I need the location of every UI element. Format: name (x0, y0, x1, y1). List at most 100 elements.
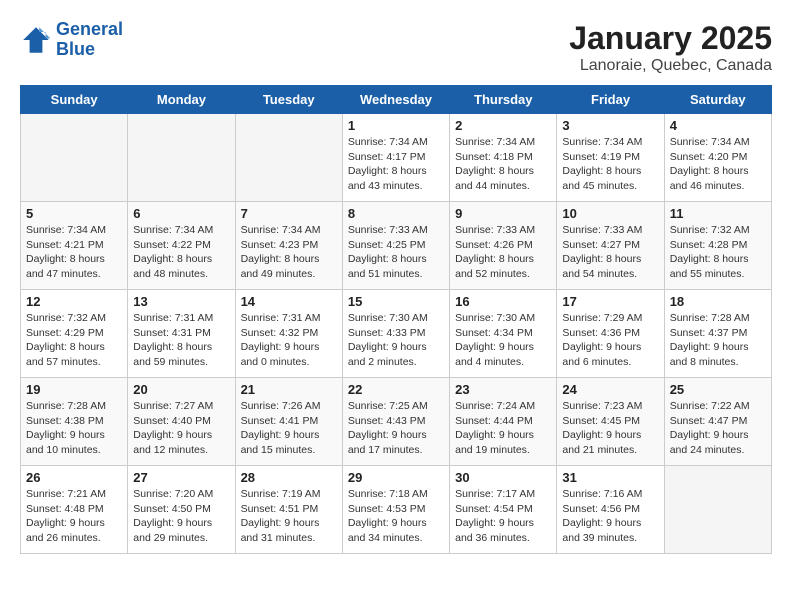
day-number: 17 (562, 294, 658, 309)
day-number: 12 (26, 294, 122, 309)
calendar-cell: 28 Sunrise: 7:19 AM Sunset: 4:51 PM Dayli… (235, 466, 342, 554)
calendar-cell: 3 Sunrise: 7:34 AM Sunset: 4:19 PM Daylig… (557, 114, 664, 202)
calendar-cell: 31Sunrise: 7:16 AM Sunset: 4:56 PM Dayli… (557, 466, 664, 554)
calendar-cell: 9 Sunrise: 7:33 AM Sunset: 4:26 PM Daylig… (450, 202, 557, 290)
calendar-cell: 24 Sunrise: 7:23 AM Sunset: 4:45 PM Dayli… (557, 378, 664, 466)
calendar-cell: 10 Sunrise: 7:33 AM Sunset: 4:27 PM Dayli… (557, 202, 664, 290)
day-info: Sunrise: 7:32 AM Sunset: 4:28 PM Dayligh… (670, 223, 766, 282)
calendar-cell: 7 Sunrise: 7:34 AM Sunset: 4:23 PM Daylig… (235, 202, 342, 290)
calendar-week-row: 5 Sunrise: 7:34 AM Sunset: 4:21 PM Daylig… (21, 202, 772, 290)
weekday-header: Wednesday (342, 86, 449, 114)
calendar-cell: 21 Sunrise: 7:26 AM Sunset: 4:41 PM Dayli… (235, 378, 342, 466)
day-info: Sunrise: 7:24 AM Sunset: 4:44 PM Dayligh… (455, 399, 551, 458)
logo-line1: General (56, 19, 123, 39)
day-number: 16 (455, 294, 551, 309)
calendar-cell: 27 Sunrise: 7:20 AM Sunset: 4:50 PM Dayli… (128, 466, 235, 554)
day-number: 9 (455, 206, 551, 221)
calendar-cell (664, 466, 771, 554)
day-info: Sunrise: 7:34 AM Sunset: 4:20 PM Dayligh… (670, 135, 766, 194)
calendar-cell: 30 Sunrise: 7:17 AM Sunset: 4:54 PM Dayli… (450, 466, 557, 554)
weekday-header: Thursday (450, 86, 557, 114)
calendar-cell: 12Sunrise: 7:32 AM Sunset: 4:29 PM Dayli… (21, 290, 128, 378)
day-number: 27 (133, 470, 229, 485)
day-number: 14 (241, 294, 337, 309)
day-number: 21 (241, 382, 337, 397)
day-number: 26 (26, 470, 122, 485)
day-info: Sunrise: 7:30 AM Sunset: 4:33 PM Dayligh… (348, 311, 444, 370)
calendar-cell: 15 Sunrise: 7:30 AM Sunset: 4:33 PM Dayli… (342, 290, 449, 378)
calendar-week-row: 19 Sunrise: 7:28 AM Sunset: 4:38 PM Dayli… (21, 378, 772, 466)
weekday-header: Sunday (21, 86, 128, 114)
calendar-cell: 25 Sunrise: 7:22 AM Sunset: 4:47 PM Dayli… (664, 378, 771, 466)
day-number: 3 (562, 118, 658, 133)
day-number: 5 (26, 206, 122, 221)
calendar-cell: 16 Sunrise: 7:30 AM Sunset: 4:34 PM Dayli… (450, 290, 557, 378)
day-info: Sunrise: 7:34 AM Sunset: 4:18 PM Dayligh… (455, 135, 551, 194)
day-info: Sunrise: 7:28 AM Sunset: 4:37 PM Dayligh… (670, 311, 766, 370)
day-number: 30 (455, 470, 551, 485)
day-number: 29 (348, 470, 444, 485)
day-info: Sunrise: 7:29 AM Sunset: 4:36 PM Dayligh… (562, 311, 658, 370)
calendar-title: January 2025 (569, 20, 772, 57)
calendar-cell: 22Sunrise: 7:25 AM Sunset: 4:43 PM Dayli… (342, 378, 449, 466)
day-number: 28 (241, 470, 337, 485)
calendar-cell: 11 Sunrise: 7:32 AM Sunset: 4:28 PM Dayli… (664, 202, 771, 290)
logo-icon (20, 24, 52, 56)
day-number: 8 (348, 206, 444, 221)
day-info: Sunrise: 7:18 AM Sunset: 4:53 PM Dayligh… (348, 487, 444, 546)
calendar-cell (235, 114, 342, 202)
day-info: Sunrise: 7:34 AM Sunset: 4:17 PM Dayligh… (348, 135, 444, 194)
day-info: Sunrise: 7:33 AM Sunset: 4:27 PM Dayligh… (562, 223, 658, 282)
day-info: Sunrise: 7:30 AM Sunset: 4:34 PM Dayligh… (455, 311, 551, 370)
weekday-header: Saturday (664, 86, 771, 114)
calendar-week-row: 26Sunrise: 7:21 AM Sunset: 4:48 PM Dayli… (21, 466, 772, 554)
day-number: 19 (26, 382, 122, 397)
calendar-table: SundayMondayTuesdayWednesdayThursdayFrid… (20, 85, 772, 554)
day-number: 22 (348, 382, 444, 397)
calendar-cell: 20 Sunrise: 7:27 AM Sunset: 4:40 PM Dayli… (128, 378, 235, 466)
day-number: 7 (241, 206, 337, 221)
calendar-cell: 2Sunrise: 7:34 AM Sunset: 4:18 PM Daylig… (450, 114, 557, 202)
day-number: 20 (133, 382, 229, 397)
day-info: Sunrise: 7:19 AM Sunset: 4:51 PM Dayligh… (241, 487, 337, 546)
day-info: Sunrise: 7:28 AM Sunset: 4:38 PM Dayligh… (26, 399, 122, 458)
day-info: Sunrise: 7:22 AM Sunset: 4:47 PM Dayligh… (670, 399, 766, 458)
day-info: Sunrise: 7:34 AM Sunset: 4:23 PM Dayligh… (241, 223, 337, 282)
day-info: Sunrise: 7:33 AM Sunset: 4:26 PM Dayligh… (455, 223, 551, 282)
day-info: Sunrise: 7:31 AM Sunset: 4:32 PM Dayligh… (241, 311, 337, 370)
calendar-cell: 23 Sunrise: 7:24 AM Sunset: 4:44 PM Dayli… (450, 378, 557, 466)
calendar-week-row: 12Sunrise: 7:32 AM Sunset: 4:29 PM Dayli… (21, 290, 772, 378)
day-info: Sunrise: 7:23 AM Sunset: 4:45 PM Dayligh… (562, 399, 658, 458)
day-number: 15 (348, 294, 444, 309)
calendar-cell: 17 Sunrise: 7:29 AM Sunset: 4:36 PM Dayli… (557, 290, 664, 378)
calendar-cell: 26Sunrise: 7:21 AM Sunset: 4:48 PM Dayli… (21, 466, 128, 554)
calendar-cell: 8 Sunrise: 7:33 AM Sunset: 4:25 PM Daylig… (342, 202, 449, 290)
day-info: Sunrise: 7:34 AM Sunset: 4:21 PM Dayligh… (26, 223, 122, 282)
calendar-cell: 5 Sunrise: 7:34 AM Sunset: 4:21 PM Daylig… (21, 202, 128, 290)
day-number: 23 (455, 382, 551, 397)
day-number: 10 (562, 206, 658, 221)
day-info: Sunrise: 7:27 AM Sunset: 4:40 PM Dayligh… (133, 399, 229, 458)
day-info: Sunrise: 7:20 AM Sunset: 4:50 PM Dayligh… (133, 487, 229, 546)
day-info: Sunrise: 7:26 AM Sunset: 4:41 PM Dayligh… (241, 399, 337, 458)
logo-line2: Blue (56, 39, 95, 59)
calendar-cell: 13Sunrise: 7:31 AM Sunset: 4:31 PM Dayli… (128, 290, 235, 378)
day-number: 6 (133, 206, 229, 221)
day-info: Sunrise: 7:16 AM Sunset: 4:56 PM Dayligh… (562, 487, 658, 546)
day-info: Sunrise: 7:17 AM Sunset: 4:54 PM Dayligh… (455, 487, 551, 546)
day-number: 11 (670, 206, 766, 221)
day-number: 25 (670, 382, 766, 397)
calendar-cell: 6 Sunrise: 7:34 AM Sunset: 4:22 PM Daylig… (128, 202, 235, 290)
weekday-header-row: SundayMondayTuesdayWednesdayThursdayFrid… (21, 86, 772, 114)
day-info: Sunrise: 7:33 AM Sunset: 4:25 PM Dayligh… (348, 223, 444, 282)
calendar-cell: 14 Sunrise: 7:31 AM Sunset: 4:32 PM Dayli… (235, 290, 342, 378)
day-info: Sunrise: 7:34 AM Sunset: 4:22 PM Dayligh… (133, 223, 229, 282)
day-number: 1 (348, 118, 444, 133)
weekday-header: Friday (557, 86, 664, 114)
day-info: Sunrise: 7:34 AM Sunset: 4:19 PM Dayligh… (562, 135, 658, 194)
day-info: Sunrise: 7:31 AM Sunset: 4:31 PM Dayligh… (133, 311, 229, 370)
calendar-cell: 19 Sunrise: 7:28 AM Sunset: 4:38 PM Dayli… (21, 378, 128, 466)
day-number: 24 (562, 382, 658, 397)
calendar-cell: 1 Sunrise: 7:34 AM Sunset: 4:17 PM Daylig… (342, 114, 449, 202)
logo-text: General Blue (56, 20, 123, 60)
